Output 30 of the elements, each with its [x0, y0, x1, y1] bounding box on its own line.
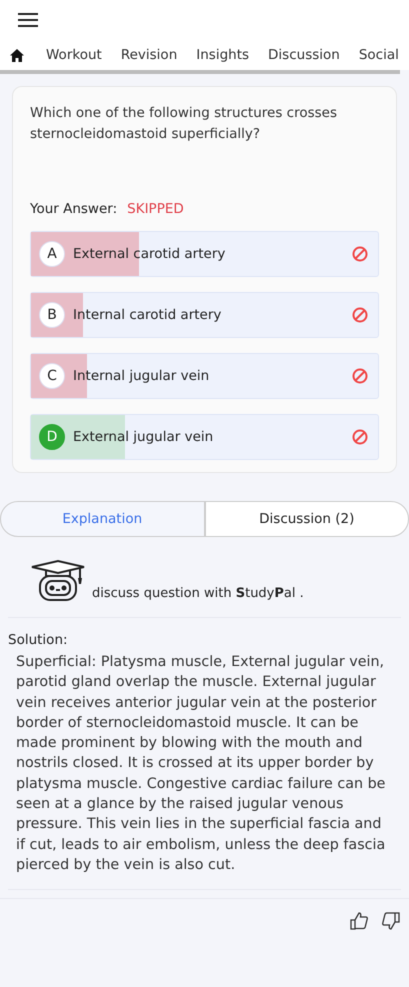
solution-text: Superficial: Platysma muscle, External jugular vein, parotid gland overlap the muscle. External jugular vein receives anterior jugular vein at the posterior border of sternocleidomastoid muscle. It can be made prominent by blowing with the mouth and nostrils closed. It is crossed at its upper border by platysma muscle. Congestive cardiac failure can be seen at a glance by the raised jugular venous pressure. This vein lies in the superficial fascia and if cut, leads to air embolism, unless the deep fascia pierced by the vein is also cut.: [16, 653, 386, 875]
prohibited-icon: [352, 307, 368, 323]
answer-option[interactable]: B Internal carotid artery: [30, 292, 379, 338]
thumbs-down-icon[interactable]: [381, 911, 401, 932]
tab[interactable]: Discussion (2): [204, 501, 409, 537]
answer-value: SKIPPED: [127, 201, 184, 217]
nav-tab[interactable]: Revision: [120, 47, 178, 63]
option-text: Internal carotid artery: [73, 307, 222, 323]
question-text: Which one of the following structures crosses sternocleidomastoid superficially?: [30, 104, 338, 144]
answer-option[interactable]: C Internal jugular vein: [30, 353, 379, 399]
answer-option[interactable]: A External carotid artery: [30, 231, 379, 277]
solution-title: Solution:: [8, 632, 69, 648]
tab[interactable]: Explanation: [0, 501, 204, 537]
menu-icon[interactable]: [18, 13, 38, 27]
nav-tab[interactable]: Social: [358, 47, 399, 63]
prohibited-icon: [352, 368, 368, 384]
answer-label: Your Answer:: [30, 201, 118, 217]
robot-icon[interactable]: [30, 559, 86, 603]
option-text: External jugular vein: [73, 429, 214, 445]
answer-option[interactable]: D External jugular vein: [30, 414, 379, 460]
nav-tab[interactable]: Workout: [46, 47, 102, 63]
option-text: External carotid artery: [73, 246, 226, 262]
thumbs-up-icon[interactable]: [349, 911, 369, 932]
nav-tab[interactable]: Insights: [196, 47, 250, 63]
studypal-prompt[interactable]: discuss question with StudyPal .: [92, 586, 304, 603]
prohibited-icon: [352, 429, 368, 445]
home-icon[interactable]: [10, 48, 24, 62]
prohibited-icon: [352, 246, 368, 262]
nav-tab[interactable]: Discussion: [268, 47, 340, 63]
option-text: Internal jugular vein: [73, 368, 210, 384]
